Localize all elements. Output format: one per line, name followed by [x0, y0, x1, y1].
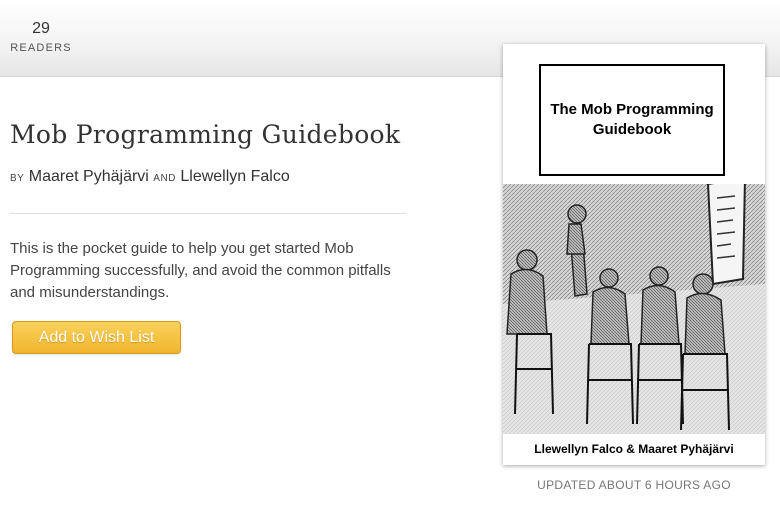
book-cover[interactable]: The Mob Programming Guidebook Llewellyn … — [503, 44, 765, 465]
book-title: Mob Programming Guidebook — [10, 120, 401, 149]
author-link-2[interactable]: Llewellyn Falco — [180, 168, 289, 185]
add-to-wishlist-button[interactable]: Add to Wish List — [12, 321, 181, 354]
book-authors: BY Maaret Pyhäjärvi AND Llewellyn Falco — [10, 168, 290, 186]
cover-title: The Mob Programming Guidebook — [550, 101, 714, 138]
cover-illustration — [503, 184, 765, 434]
divider — [10, 213, 406, 214]
author-link-1[interactable]: Maaret Pyhäjärvi — [29, 168, 149, 185]
cover-title-box: The Mob Programming Guidebook — [539, 64, 725, 176]
cover-authors: Llewellyn Falco & Maaret Pyhäjärvi — [534, 442, 734, 456]
and-label: AND — [153, 173, 176, 184]
book-description: This is the pocket guide to help you get… — [10, 240, 391, 301]
readers-stat: 29 READERS — [10, 20, 72, 54]
readers-count: 29 — [32, 20, 50, 37]
updated-timestamp: UPDATED ABOUT 6 HOURS AGO — [537, 478, 731, 492]
by-label: BY — [10, 173, 25, 184]
readers-label: READERS — [10, 42, 72, 54]
